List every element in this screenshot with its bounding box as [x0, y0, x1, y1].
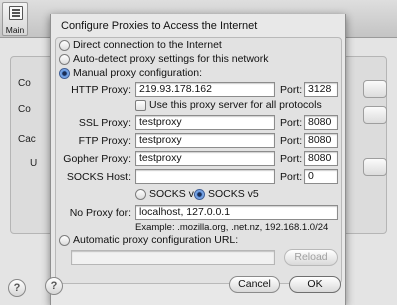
background-label-fragment: Co [18, 78, 31, 89]
no-proxy-label: No Proxy for: [69, 207, 131, 219]
direct-connection-label: Direct connection to the Internet [73, 39, 222, 51]
socks-v4-radio[interactable] [135, 189, 146, 200]
http-port-label: Port: [280, 84, 303, 96]
gopher-proxy-field[interactable]: testproxy [135, 151, 275, 166]
background-label-fragment: Co [18, 104, 31, 115]
socks-v4-label: SOCKS v4 [149, 188, 200, 200]
manual-proxy-label: Manual proxy configuration: [73, 67, 202, 79]
background-help-button[interactable]: ? [8, 279, 26, 297]
ssl-port-label: Port: [280, 117, 303, 129]
http-port-field[interactable]: 3128 [304, 82, 338, 97]
main-tab[interactable]: Main [2, 2, 28, 36]
help-button[interactable]: ? [45, 277, 63, 295]
ftp-port-field[interactable]: 8080 [304, 133, 338, 148]
socks-v5-radio[interactable] [194, 189, 205, 200]
dialog-title: Configure Proxies to Access the Internet [61, 20, 258, 32]
direct-connection-radio[interactable] [59, 40, 70, 51]
ftp-proxy-label: FTP Proxy: [78, 135, 131, 147]
proxy-settings-dialog: Configure Proxies to Access the Internet… [45, 14, 346, 305]
socks-v5-label: SOCKS v5 [208, 188, 259, 200]
auto-proxy-url-label: Automatic proxy configuration URL: [73, 234, 239, 246]
auto-proxy-url-field[interactable] [71, 250, 275, 265]
ftp-port-label: Port: [280, 135, 303, 147]
socks-host-field[interactable] [135, 169, 275, 184]
main-tab-label: Main [5, 25, 25, 35]
socks-port-field[interactable]: 0 [304, 169, 338, 184]
ssl-proxy-label: SSL Proxy: [78, 117, 131, 129]
background-label-fragment: Cac [18, 134, 36, 145]
background-button[interactable] [363, 106, 387, 124]
ok-button[interactable]: OK [289, 276, 341, 293]
background-button[interactable] [363, 158, 387, 176]
same-proxy-checkbox[interactable] [135, 100, 146, 111]
socks-host-label: SOCKS Host: [66, 171, 131, 183]
socks-port-label: Port: [280, 171, 303, 183]
auto-detect-radio[interactable] [59, 54, 70, 65]
manual-proxy-radio[interactable] [59, 68, 70, 79]
auto-detect-label: Auto-detect proxy settings for this netw… [73, 53, 269, 65]
ssl-port-field[interactable]: 8080 [304, 115, 338, 130]
ssl-proxy-field[interactable]: testproxy [135, 115, 275, 130]
gopher-proxy-label: Gopher Proxy: [63, 153, 131, 165]
main-icon [9, 6, 23, 20]
no-proxy-field[interactable]: localhost, 127.0.0.1 [135, 205, 338, 220]
http-proxy-field[interactable]: 219.93.178.162 [135, 82, 275, 97]
gopher-port-label: Port: [280, 153, 303, 165]
auto-proxy-url-radio[interactable] [59, 235, 70, 246]
ftp-proxy-field[interactable]: testproxy [135, 133, 275, 148]
background-label-fragment: U [30, 158, 38, 169]
reload-button[interactable]: Reload [284, 249, 338, 266]
gopher-port-field[interactable]: 8080 [304, 151, 338, 166]
http-proxy-label: HTTP Proxy: [71, 84, 131, 96]
cancel-button[interactable]: Cancel [229, 276, 280, 293]
same-proxy-label: Use this proxy server for all protocols [149, 99, 322, 111]
background-button[interactable] [363, 80, 387, 98]
no-proxy-example: Example: .mozilla.org, .net.nz, 192.168.… [135, 222, 329, 233]
